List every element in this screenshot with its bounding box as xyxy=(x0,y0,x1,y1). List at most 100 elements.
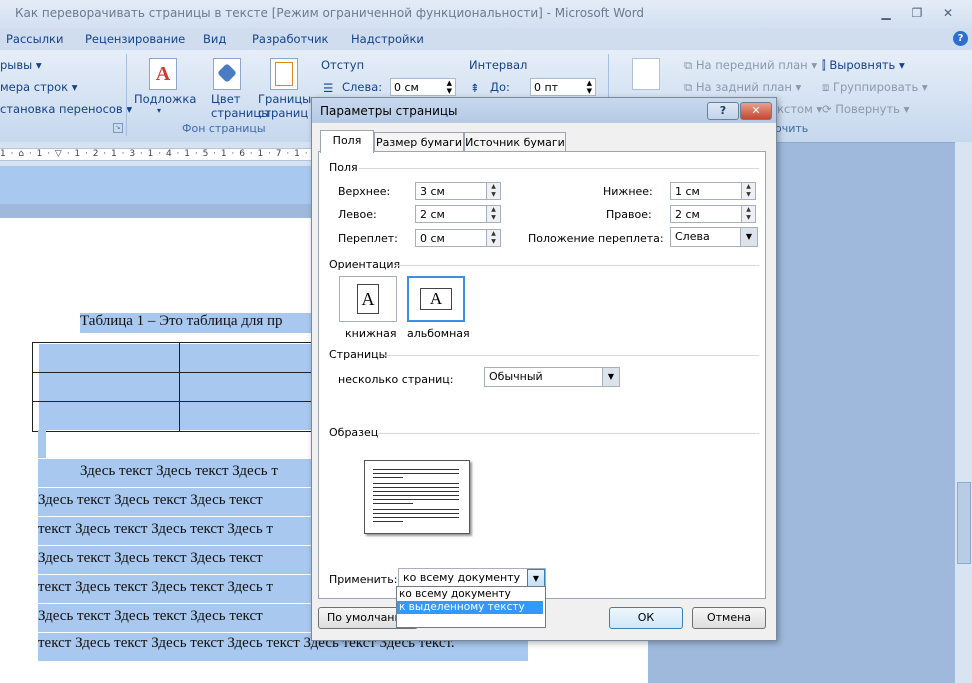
document-table[interactable] xyxy=(32,342,324,432)
landscape-option[interactable]: A xyxy=(407,276,465,322)
page-color-button[interactable]: Цвет страницы xyxy=(211,92,270,120)
page-borders-icon[interactable] xyxy=(270,58,298,90)
group-separator xyxy=(126,54,127,136)
close-window-button[interactable]: ✕ xyxy=(938,5,958,21)
doc-line: Здесь текст Здесь текст Здесь текст xyxy=(38,488,312,516)
table-row-border xyxy=(33,372,323,373)
spacing-before-label: До: xyxy=(490,80,510,94)
cancel-button[interactable]: Отмена xyxy=(692,607,766,629)
group-button[interactable]: ⧈ Группировать ▾ xyxy=(822,80,928,95)
top-margin-input[interactable]: 3 см xyxy=(415,182,487,200)
indent-left-label: Слева: xyxy=(342,80,383,94)
ribbon-tabs: Рассылки Рецензирование Вид Разработчик … xyxy=(0,28,972,50)
table-column-border xyxy=(179,343,180,431)
page-preview xyxy=(364,460,470,534)
page-setup-dialog: Параметры страницы ? ✕ Поля Размер бумаг… xyxy=(311,97,777,641)
bottom-margin-label: Нижнее: xyxy=(603,185,653,198)
maximize-button[interactable]: ❐ xyxy=(907,5,927,21)
page-borders-button[interactable]: Границы страниц xyxy=(258,92,311,120)
chevron-down-icon[interactable]: ▼ xyxy=(527,569,545,587)
tab-paper-source[interactable]: Источник бумаги xyxy=(464,132,566,152)
window-title: Как переворачивать страницы в тексте [Ре… xyxy=(15,6,645,20)
tab-margins[interactable]: Поля xyxy=(320,130,374,153)
doc-line: текст Здесь текст Здесь текст Здесь т xyxy=(38,517,312,545)
gutter-input[interactable]: 0 см xyxy=(415,229,487,247)
gutter-position-select[interactable]: Слева ▼ xyxy=(670,227,758,247)
chevron-down-icon: ▼ xyxy=(740,228,757,246)
multiple-pages-select[interactable]: Обычный ▼ xyxy=(484,367,620,387)
position-icon[interactable] xyxy=(632,58,660,90)
dialog-launcher-icon[interactable]: ↘ xyxy=(113,123,123,133)
dialog-title: Параметры страницы xyxy=(320,104,458,118)
arrange-group-label: очить xyxy=(775,122,809,135)
section-divider xyxy=(359,168,759,169)
scrollbar-thumb[interactable] xyxy=(957,482,971,564)
right-margin-input[interactable]: 2 см xyxy=(670,205,742,223)
doc-line: Здесь текст Здесь текст Здесь т xyxy=(38,459,312,487)
tab-developer[interactable]: Разработчик xyxy=(252,32,329,46)
minimize-button[interactable]: ▁ xyxy=(876,5,896,21)
tab-view[interactable]: Вид xyxy=(203,32,226,46)
spacing-before-input[interactable]: 0 пт ▲ ▼ xyxy=(530,78,596,96)
selection-highlight xyxy=(38,430,46,458)
landscape-label[interactable]: альбомная xyxy=(407,327,470,340)
right-margin-spinner[interactable]: ▲ ▼ xyxy=(742,205,756,223)
table-caption: Таблица 1 – Это таблица для пр xyxy=(80,313,312,333)
dialog-title-bar[interactable]: Параметры страницы ? ✕ xyxy=(312,98,776,123)
right-margin-label: Правое: xyxy=(606,208,652,221)
vertical-scrollbar[interactable] xyxy=(955,142,972,683)
apply-to-select[interactable]: ко всему документу ▼ xyxy=(398,568,546,588)
apply-option-whole-document[interactable]: ко всему документу xyxy=(397,588,543,601)
page-color-icon[interactable] xyxy=(213,58,241,90)
bring-forward-button[interactable]: ⧉ На передний план ▾ xyxy=(684,58,817,73)
spacing-label: Интервал xyxy=(469,58,528,72)
dialog-help-button[interactable]: ? xyxy=(707,102,739,120)
portrait-option[interactable]: A xyxy=(339,276,397,322)
section-divider xyxy=(385,355,759,356)
horizontal-ruler[interactable]: 1 · ⌂ · 1 · ▽ · 1 · 2 · 1 · 3 · 1 · 4 · … xyxy=(0,148,355,161)
hyphenation-button[interactable]: становка переносов ▾ xyxy=(0,102,132,116)
help-icon[interactable]: ? xyxy=(953,31,968,46)
page-gap xyxy=(0,204,312,218)
spacing-before-icon: ⇞ xyxy=(470,81,480,95)
title-bar: Как переворачивать страницы в тексте [Ре… xyxy=(0,0,972,28)
section-divider xyxy=(395,265,759,266)
watermark-button[interactable]: Подложка xyxy=(134,92,196,106)
breaks-button[interactable]: рывы ▾ xyxy=(0,58,42,72)
dialog-close-button[interactable]: ✕ xyxy=(740,102,772,120)
doc-line: Здесь текст Здесь текст Здесь текст xyxy=(38,604,312,632)
send-backward-button[interactable]: ⧉ На задний план ▾ xyxy=(684,80,801,95)
watermark-icon[interactable]: A xyxy=(149,58,177,90)
portrait-label[interactable]: книжная xyxy=(345,327,396,340)
doc-line: текст Здесь текст Здесь текст Здесь т xyxy=(38,575,312,603)
tab-review[interactable]: Рецензирование xyxy=(85,32,185,46)
landscape-page-icon: A xyxy=(420,288,452,310)
tab-mailings[interactable]: Рассылки xyxy=(6,32,63,46)
document-page-previous xyxy=(0,166,312,204)
tab-paper-size[interactable]: Размер бумаги xyxy=(374,132,464,152)
apply-to-label: Применить: xyxy=(329,573,398,586)
ok-button[interactable]: ОК xyxy=(609,607,683,629)
line-numbers-button[interactable]: мера строк ▾ xyxy=(0,80,78,94)
gutter-spinner[interactable]: ▲ ▼ xyxy=(487,229,501,247)
tab-addins[interactable]: Надстройки xyxy=(351,32,424,46)
gutter-position-label: Положение переплета: xyxy=(528,232,664,245)
indent-left-input[interactable]: 0 см ▲ ▼ xyxy=(390,78,456,96)
top-margin-spinner[interactable]: ▲ ▼ xyxy=(487,182,501,200)
section-divider xyxy=(377,433,759,434)
rotate-button[interactable]: ⟳ Повернуть ▾ xyxy=(822,102,909,116)
align-button[interactable]: ⫿ Выровнять ▾ xyxy=(822,58,905,73)
doc-line: Здесь текст Здесь текст Здесь текст xyxy=(38,546,312,574)
left-margin-label: Левое: xyxy=(338,208,377,221)
bottom-margin-input[interactable]: 1 см xyxy=(670,182,742,200)
bottom-margin-spinner[interactable]: ▲ ▼ xyxy=(742,182,756,200)
orientation-section-label: Ориентация xyxy=(329,258,401,271)
left-margin-spinner[interactable]: ▲ ▼ xyxy=(487,205,501,223)
multiple-pages-label: несколько страниц: xyxy=(338,373,454,386)
apply-to-dropdown-list: ко всему документу к выделенному тексту xyxy=(396,586,546,628)
left-margin-input[interactable]: 2 см xyxy=(415,205,487,223)
apply-option-selected-text[interactable]: к выделенному тексту xyxy=(397,601,543,614)
indent-left-icon: ☰ xyxy=(323,81,334,95)
text-wrap-button[interactable]: екстом ▾ xyxy=(770,102,822,116)
gutter-label: Переплет: xyxy=(338,232,398,245)
